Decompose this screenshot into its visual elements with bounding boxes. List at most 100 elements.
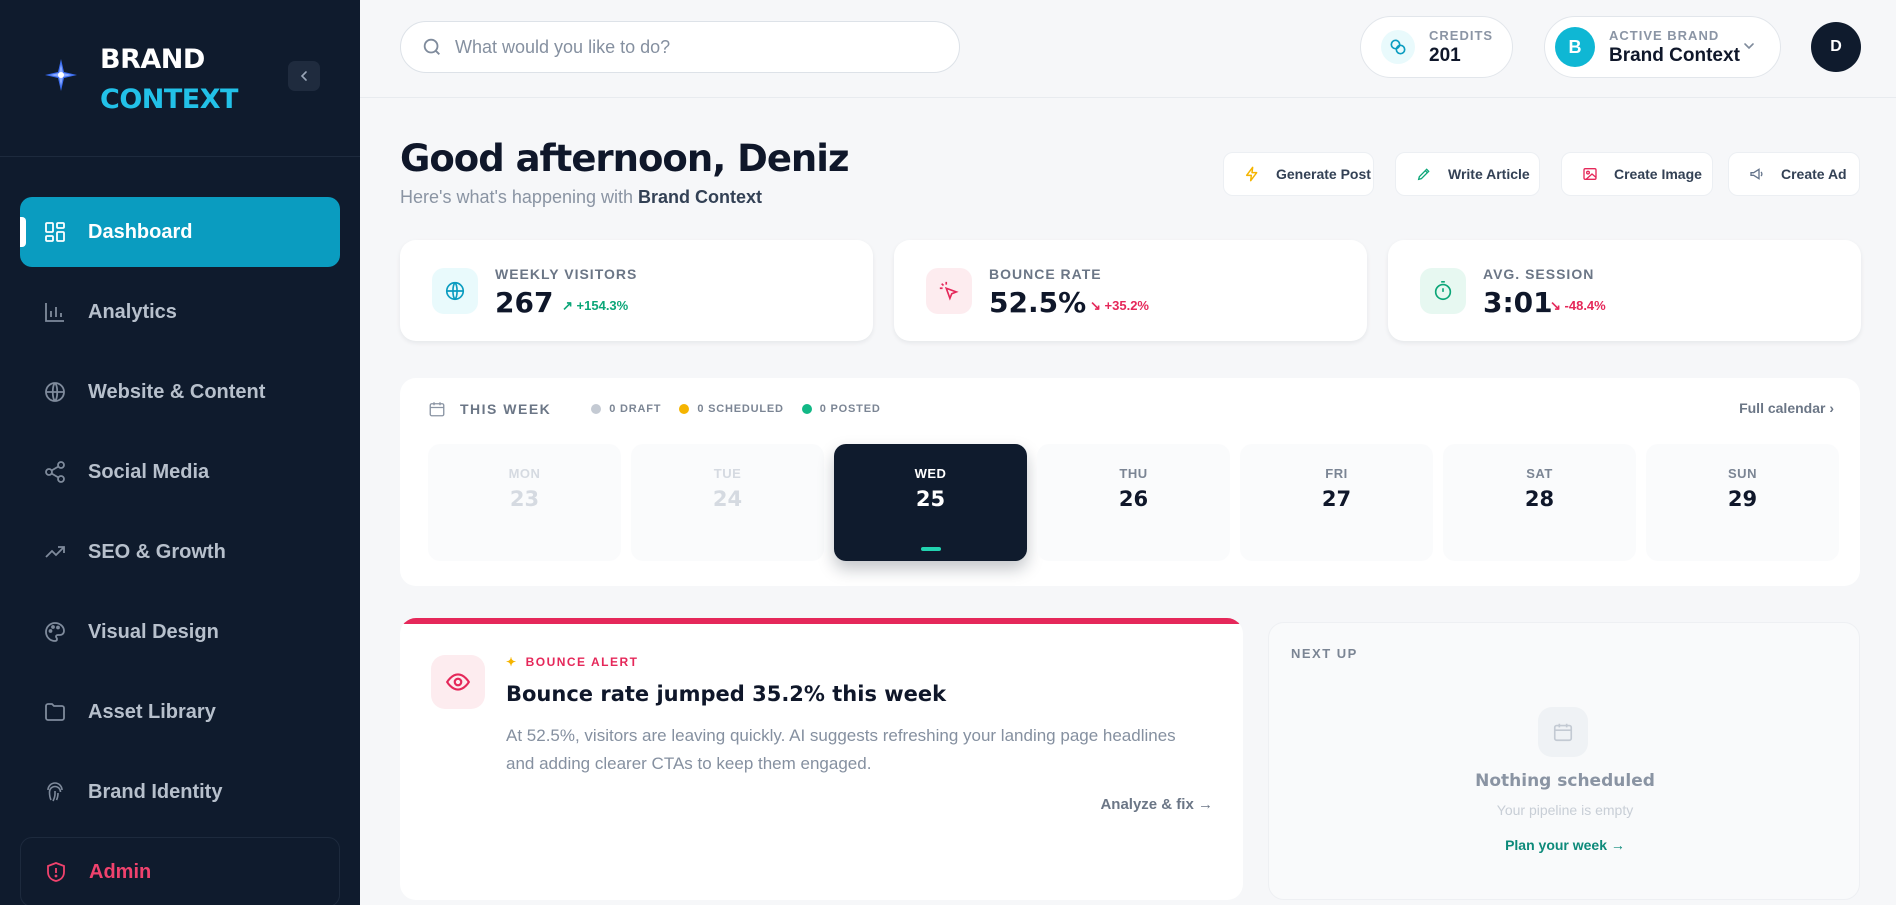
sidebar-divider xyxy=(0,156,360,157)
day-friday[interactable]: FRI 27 xyxy=(1240,444,1433,561)
day-name: SUN xyxy=(1728,466,1757,481)
bounce-alert-card: ✦ BOUNCE ALERT Bounce rate jumped 35.2% … xyxy=(400,618,1243,900)
legend-dot xyxy=(801,404,812,414)
coins-icon xyxy=(1381,30,1415,64)
create-ad-label: Create Ad xyxy=(1781,166,1847,182)
next-up-label: NEXT UP xyxy=(1291,646,1358,661)
create-image-button[interactable]: Create Image xyxy=(1561,152,1713,196)
legend-posted: 0 POSTED xyxy=(801,403,881,415)
day-wednesday[interactable]: WED 25 xyxy=(834,444,1027,561)
stat-label: AVG. SESSION xyxy=(1483,266,1595,282)
sidebar-item-analytics[interactable]: Analytics xyxy=(20,277,340,347)
alert-tag: ✦ BOUNCE ALERT xyxy=(506,655,638,669)
image-icon xyxy=(1582,166,1598,182)
user-avatar[interactable]: D xyxy=(1811,22,1861,72)
plan-week-link[interactable]: Plan your week → xyxy=(1269,837,1861,853)
calendar-icon xyxy=(429,402,445,417)
trend-down-icon: ↘ xyxy=(1090,298,1101,313)
active-brand-selector[interactable]: B ACTIVE BRAND Brand Context xyxy=(1544,16,1781,78)
day-date: 26 xyxy=(1118,487,1149,511)
arrow-right-icon: → xyxy=(1198,796,1213,813)
day-date: 29 xyxy=(1727,487,1758,511)
stat-delta: ↘ -48.4% xyxy=(1550,298,1606,314)
subtitle-brand: Brand Context xyxy=(638,187,763,207)
write-article-label: Write Article xyxy=(1448,166,1530,182)
legend-label: 0 SCHEDULED xyxy=(697,403,784,415)
chevron-left-icon xyxy=(300,71,307,81)
legend-draft: 0 DRAFT xyxy=(591,403,661,415)
cursor-click-icon xyxy=(926,268,972,314)
create-ad-button[interactable]: Create Ad xyxy=(1728,152,1860,196)
sidebar-item-label: Admin xyxy=(89,860,152,883)
day-name: THU xyxy=(1119,466,1148,481)
stat-label: BOUNCE RATE xyxy=(989,266,1102,282)
sidebar-item-social-media[interactable]: Social Media xyxy=(20,437,340,507)
day-sunday[interactable]: SUN 29 xyxy=(1646,444,1839,561)
bar-chart-icon xyxy=(42,299,68,325)
brand-logo[interactable]: BRAND CONTEXT xyxy=(44,40,238,120)
sidebar-item-visual-design[interactable]: Visual Design xyxy=(20,597,340,667)
brand-name-line1: BRAND xyxy=(100,44,205,75)
fingerprint-icon xyxy=(42,779,68,805)
credits-value: 201 xyxy=(1429,44,1461,66)
full-calendar-label: Full calendar xyxy=(1739,400,1826,416)
share-icon xyxy=(42,459,68,485)
globe-icon xyxy=(432,268,478,314)
day-name: FRI xyxy=(1325,466,1348,481)
day-date: 27 xyxy=(1321,487,1352,511)
sidebar: BRAND CONTEXT Dashboard Analytics Websit… xyxy=(0,0,360,905)
create-image-label: Create Image xyxy=(1614,166,1702,182)
credits-badge[interactable]: CREDITS 201 xyxy=(1360,16,1513,78)
sidebar-item-brand-identity[interactable]: Brand Identity xyxy=(20,757,340,827)
sidebar-item-admin[interactable]: Admin xyxy=(20,837,340,905)
day-thursday[interactable]: THU 26 xyxy=(1037,444,1230,561)
stat-delta-value: +35.2% xyxy=(1104,298,1149,313)
analyze-fix-link[interactable]: Analyze & fix → xyxy=(1100,796,1213,813)
day-date: 25 xyxy=(915,487,946,511)
sidebar-item-website-content[interactable]: Website & Content xyxy=(20,357,340,427)
brand-name-line2: CONTEXT xyxy=(100,84,238,115)
day-name: TUE xyxy=(713,466,742,481)
search-bar[interactable] xyxy=(400,21,960,73)
calendar-icon xyxy=(1538,707,1588,757)
sparkle-icon: ✦ xyxy=(506,655,518,669)
plan-week-label: Plan your week xyxy=(1505,837,1608,853)
generate-post-button[interactable]: Generate Post xyxy=(1223,152,1374,196)
sidebar-item-asset-library[interactable]: Asset Library xyxy=(20,677,340,747)
stat-value: 267 xyxy=(495,286,554,319)
sidebar-item-label: Dashboard xyxy=(88,220,193,243)
day-strip: MON 23 TUE 24 WED 25 THU 26 FRI 27 SAT 2… xyxy=(428,444,1839,561)
sidebar-item-label: SEO & Growth xyxy=(88,540,226,563)
page-title: Good afternoon, Deniz xyxy=(400,137,849,180)
stat-card-weekly-visitors[interactable]: WEEKLY VISITORS 267 ↗ +154.3% xyxy=(400,240,873,341)
collapse-sidebar-button[interactable] xyxy=(288,61,320,91)
subtitle-prefix: Here's what's happening with xyxy=(400,187,634,207)
trend-up-icon: ↗ xyxy=(562,298,573,313)
sidebar-item-label: Visual Design xyxy=(88,620,219,643)
analyze-fix-label: Analyze & fix xyxy=(1100,796,1194,813)
sidebar-item-label: Analytics xyxy=(88,300,177,323)
search-input[interactable] xyxy=(455,36,935,58)
legend-label: 0 POSTED xyxy=(819,403,881,415)
alert-tag-label: BOUNCE ALERT xyxy=(525,655,639,669)
full-calendar-link[interactable]: Full calendar › xyxy=(1739,400,1834,416)
search-icon xyxy=(423,38,440,55)
sidebar-item-seo-growth[interactable]: SEO & Growth xyxy=(20,517,340,587)
stat-delta-value: +154.3% xyxy=(576,298,629,313)
alert-body: At 52.5%, visitors are leaving quickly. … xyxy=(506,726,1176,773)
day-tuesday[interactable]: TUE 24 xyxy=(631,444,824,561)
next-up-card: NEXT UP Nothing scheduled Your pipeline … xyxy=(1268,622,1860,900)
sidebar-item-dashboard[interactable]: Dashboard xyxy=(20,197,340,267)
day-date: 24 xyxy=(712,487,743,511)
legend-dot xyxy=(679,404,690,414)
trending-up-icon xyxy=(42,539,68,565)
sidebar-item-label: Website & Content xyxy=(88,380,266,403)
globe-icon xyxy=(42,379,68,405)
stat-card-avg-session[interactable]: AVG. SESSION 3:01 ↘ -48.4% xyxy=(1388,240,1861,341)
day-saturday[interactable]: SAT 28 xyxy=(1443,444,1636,561)
empty-state-title: Nothing scheduled xyxy=(1475,771,1655,791)
write-article-button[interactable]: Write Article xyxy=(1395,152,1540,196)
alert-title: Bounce rate jumped 35.2% this week xyxy=(506,682,947,706)
day-monday[interactable]: MON 23 xyxy=(428,444,621,561)
stat-card-bounce-rate[interactable]: BOUNCE RATE 52.5% ↘ +35.2% xyxy=(894,240,1367,341)
